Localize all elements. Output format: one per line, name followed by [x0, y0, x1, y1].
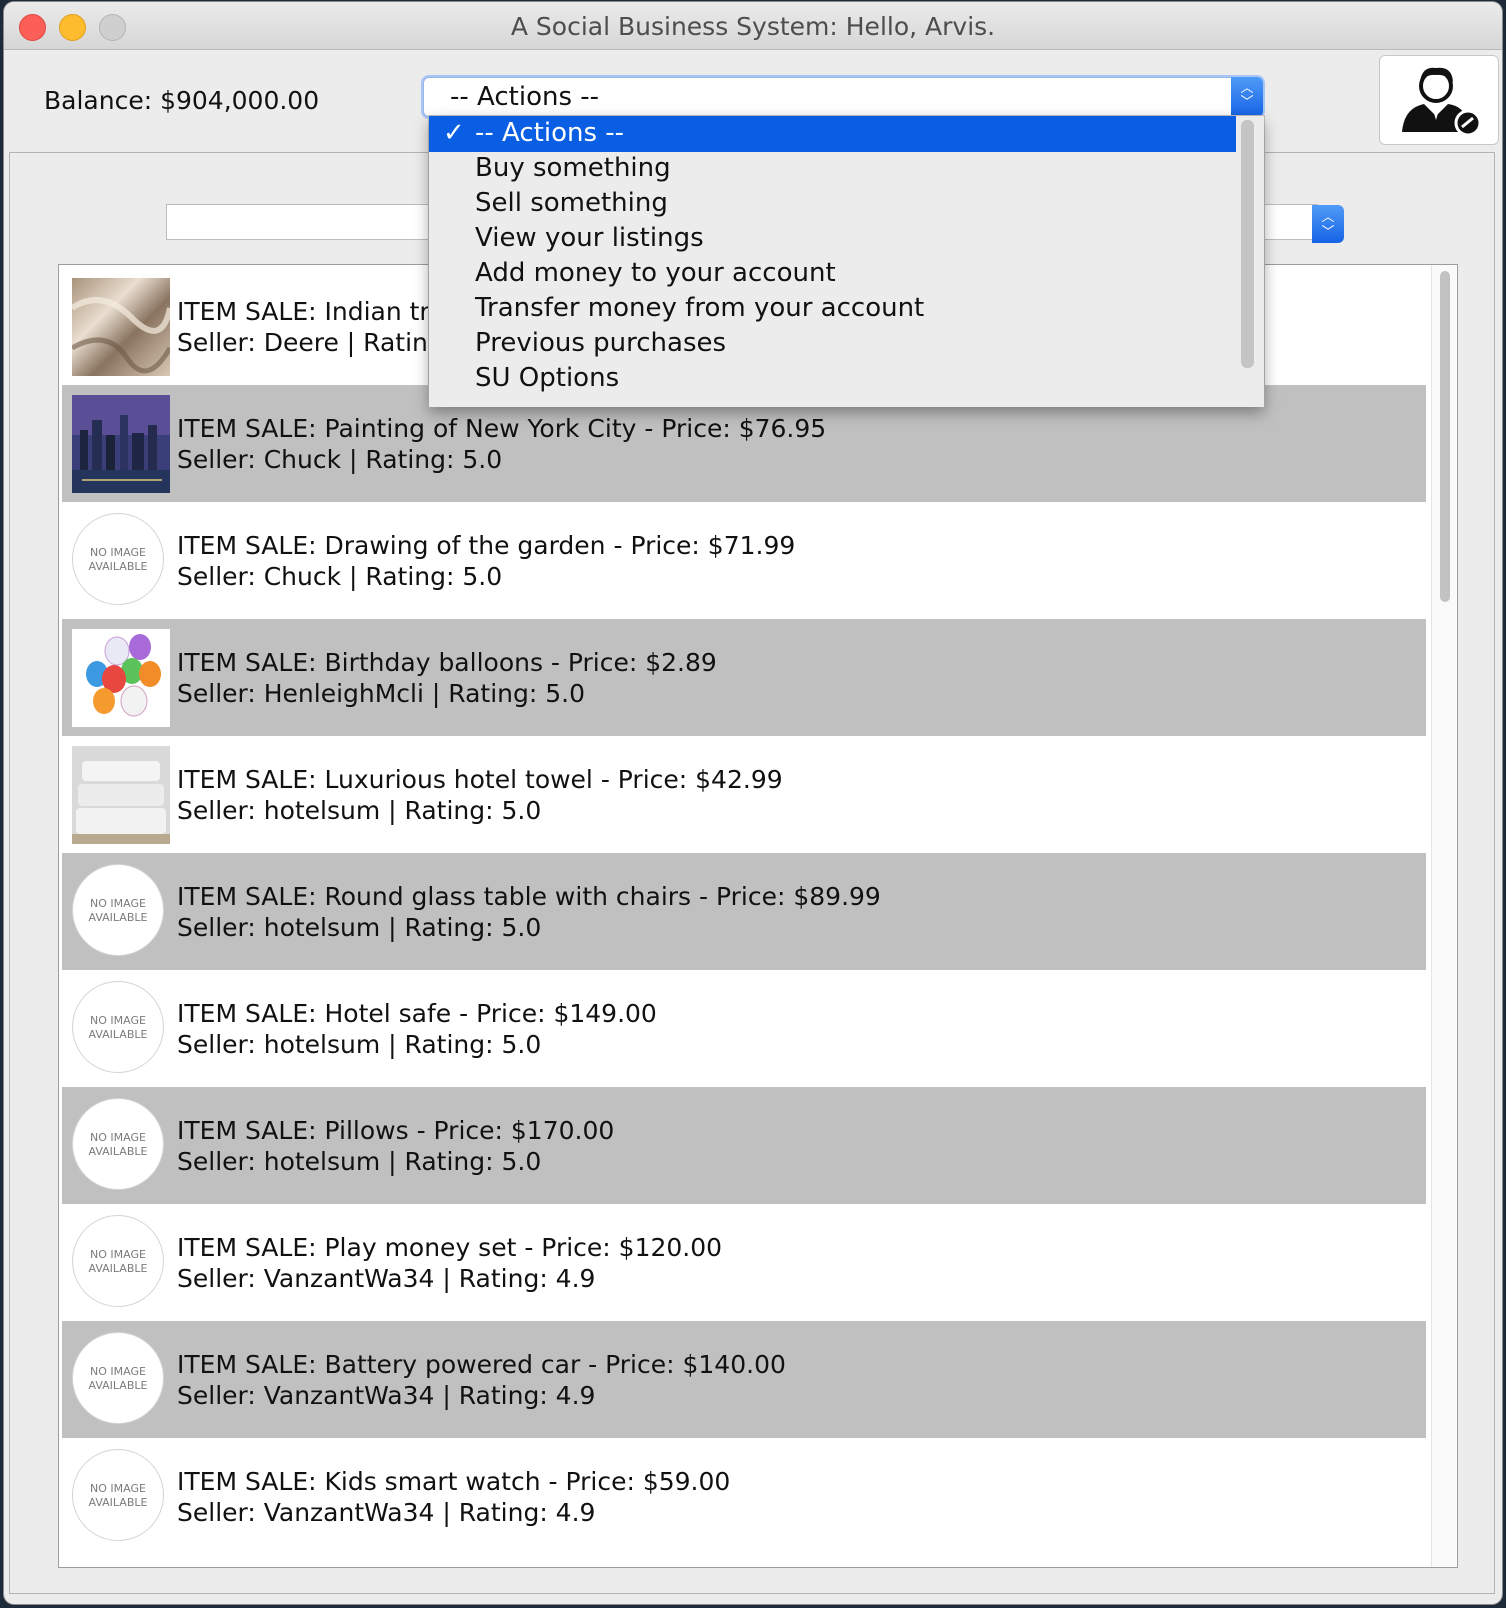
select-stepper-icon[interactable]: ︿ ﹀ [1231, 77, 1263, 117]
actions-menu-item[interactable]: Previous purchases [429, 326, 1236, 362]
no-image-text: NO IMAGE [90, 1248, 146, 1261]
item-thumbnail-towels [72, 746, 170, 844]
listing-seller: Seller: Deere | Rating [177, 328, 444, 357]
item-thumbnail-city-painting [72, 395, 170, 493]
listings-list[interactable]: ITEM SALE: Indian tr Seller: Deere | Rati… [58, 264, 1458, 1568]
listing-title: ITEM SALE: Indian tr [177, 297, 430, 326]
listing-title: ITEM SALE: Pillows - Price: $170.00 [177, 1116, 615, 1145]
listing-title: ITEM SALE: Round glass table with chairs… [177, 882, 881, 911]
no-image-placeholder: NO IMAGE AVAILABLE [72, 864, 164, 956]
listing-seller: Seller: hotelsum | Rating: 5.0 [177, 1030, 542, 1059]
actions-menu-item-label: Buy something [475, 153, 671, 183]
no-image-text: AVAILABLE [88, 1379, 148, 1392]
actions-menu-item-label: View your listings [475, 223, 704, 253]
dropdown-scrollbar-thumb[interactable] [1241, 120, 1254, 368]
listing-row[interactable]: NO IMAGE AVAILABLE ITEM SALE: Battery powe… [62, 1321, 1426, 1438]
listing-seller: Seller: hotelsum | Rating: 5.0 [177, 913, 542, 942]
listing-row[interactable]: NO IMAGE AVAILABLE ITEM SALE: Drawing of t… [62, 502, 1426, 619]
no-image-text: AVAILABLE [88, 1145, 148, 1158]
actions-menu-item[interactable]: SU Options [429, 361, 1236, 397]
actions-menu-item[interactable]: ✓ -- Actions -- [429, 116, 1236, 152]
listing-row[interactable]: ITEM SALE: Luxurious hotel towel - Price… [62, 736, 1426, 853]
actions-menu-item[interactable]: View your listings [429, 221, 1236, 257]
window-title: A Social Business System: Hello, Arvis. [510, 12, 996, 41]
listing-title: ITEM SALE: Birthday balloons - Price: $2… [177, 648, 717, 677]
no-image-text: AVAILABLE [88, 1496, 148, 1509]
no-image-placeholder: NO IMAGE AVAILABLE [72, 513, 164, 605]
scrollbar-thumb[interactable] [1440, 271, 1450, 602]
actions-menu-item-label: Previous purchases [475, 328, 727, 358]
no-image-text: NO IMAGE [90, 1014, 146, 1027]
listing-title: ITEM SALE: Painting of New York City - P… [177, 414, 827, 443]
listing-row[interactable]: NO IMAGE AVAILABLE ITEM SALE: Kids smart w… [62, 1438, 1426, 1555]
listing-title: ITEM SALE: Hotel safe - Price: $149.00 [177, 999, 657, 1028]
user-account-icon [1402, 67, 1482, 137]
no-image-placeholder: NO IMAGE AVAILABLE [72, 1215, 164, 1307]
listing-row[interactable]: NO IMAGE AVAILABLE ITEM SALE: Play money s… [62, 1204, 1426, 1321]
listing-title: ITEM SALE: Play money set - Price: $120.… [177, 1233, 723, 1262]
listing-row[interactable]: NO IMAGE AVAILABLE ITEM SALE: Pillows - Pr… [62, 1087, 1426, 1204]
title-bar: A Social Business System: Hello, Arvis. [4, 2, 1502, 50]
listing-seller: Seller: hotelsum | Rating: 5.0 [177, 796, 542, 825]
actions-menu-item[interactable]: Transfer money from your account [429, 291, 1236, 327]
actions-menu-item-label: Transfer money from your account [475, 293, 925, 323]
listing-seller: Seller: Chuck | Rating: 5.0 [177, 562, 503, 591]
actions-dropdown-menu: ✓ -- Actions -- Buy something Sell somethin… [429, 116, 1264, 407]
actions-select-value: -- Actions -- [450, 82, 600, 112]
listing-row[interactable]: NO IMAGE AVAILABLE ITEM SALE: Round glass … [62, 853, 1426, 970]
no-image-text: NO IMAGE [90, 1131, 146, 1144]
actions-menu-item[interactable]: Sell something [429, 186, 1236, 222]
listing-seller: Seller: hotelsum | Rating: 5.0 [177, 1147, 542, 1176]
actions-select[interactable]: -- Actions -- ︿ ﹀ [423, 77, 1263, 117]
actions-menu-item-label: -- Actions -- [475, 118, 625, 148]
no-image-text: AVAILABLE [88, 1028, 148, 1041]
item-thumbnail-balloons [72, 629, 170, 727]
actions-menu-item-label: Add money to your account [475, 258, 836, 288]
item-thumbnail-satin-fabric [70, 278, 173, 376]
listings-scrollbar[interactable] [1431, 265, 1456, 1567]
no-image-placeholder: NO IMAGE AVAILABLE [72, 1098, 164, 1190]
listing-seller: Seller: Chuck | Rating: 5.0 [177, 445, 503, 474]
account-button[interactable] [1379, 55, 1499, 145]
no-image-text: AVAILABLE [88, 560, 148, 573]
no-image-text: NO IMAGE [90, 897, 146, 910]
listing-title: ITEM SALE: Kids smart watch - Price: $59… [177, 1467, 731, 1496]
balance-label: Balance: $904,000.00 [44, 86, 320, 115]
listing-seller: Seller: VanzantWa34 | Rating: 4.9 [177, 1264, 596, 1293]
actions-menu-item-label: SU Options [475, 363, 620, 393]
listing-seller: Seller: HenleighMcli | Rating: 5.0 [177, 679, 585, 708]
listing-title: ITEM SALE: Drawing of the garden - Price… [177, 531, 796, 560]
no-image-placeholder: NO IMAGE AVAILABLE [72, 981, 164, 1073]
app-window: A Social Business System: Hello, Arvis. … [4, 2, 1502, 1604]
actions-menu-item-label: Sell something [475, 188, 668, 218]
listing-title: ITEM SALE: Luxurious hotel towel - Price… [177, 765, 783, 794]
no-image-text: NO IMAGE [90, 1482, 146, 1495]
no-image-text: AVAILABLE [88, 911, 148, 924]
no-image-text: NO IMAGE [90, 1365, 146, 1378]
listing-row[interactable]: NO IMAGE AVAILABLE ITEM SALE: Hotel safe -… [62, 970, 1426, 1087]
filter-select-stepper-icon[interactable]: ︿ ﹀ [1312, 205, 1344, 243]
listing-seller: Seller: VanzantWa34 | Rating: 4.9 [177, 1381, 596, 1410]
actions-menu-item[interactable]: Add money to your account [429, 256, 1236, 292]
listing-seller: Seller: VanzantWa34 | Rating: 4.9 [177, 1498, 596, 1527]
no-image-placeholder: NO IMAGE AVAILABLE [72, 1332, 164, 1424]
checkmark-icon: ✓ [443, 118, 465, 148]
no-image-text: NO IMAGE [90, 546, 146, 559]
no-image-text: AVAILABLE [88, 1262, 148, 1275]
actions-menu-item[interactable]: Buy something [429, 151, 1236, 187]
no-image-placeholder: NO IMAGE AVAILABLE [72, 1449, 164, 1541]
listing-row[interactable]: ITEM SALE: Birthday balloons - Price: $2… [62, 619, 1426, 736]
listing-title: ITEM SALE: Battery powered car - Price: … [177, 1350, 786, 1379]
